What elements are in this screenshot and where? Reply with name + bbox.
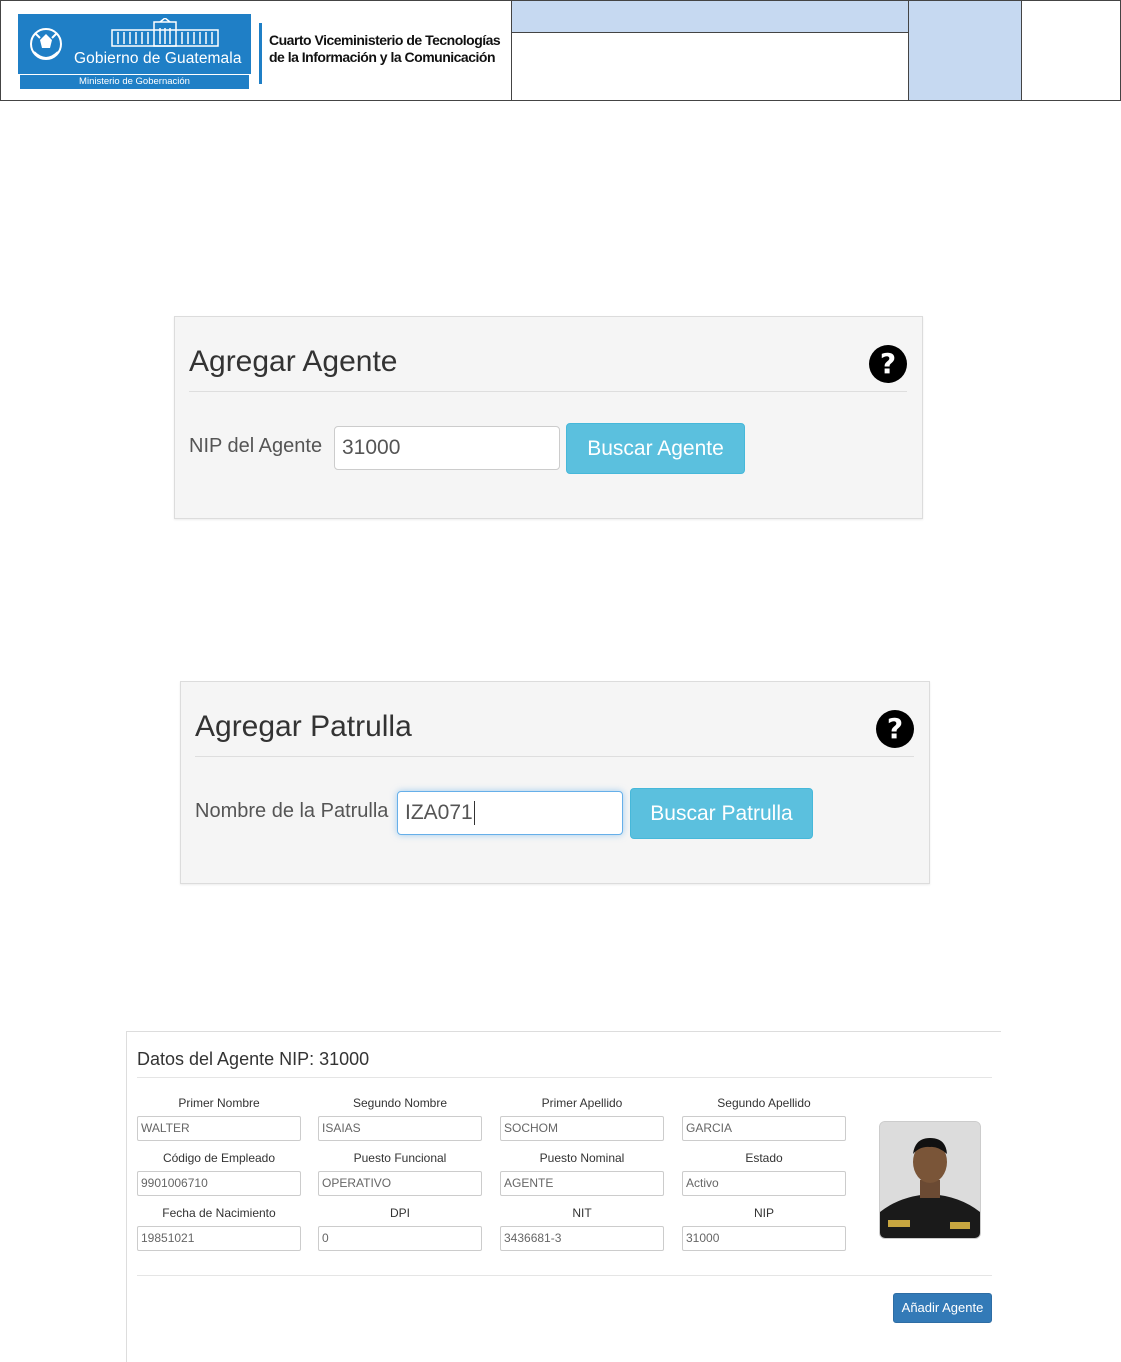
field-value[interactable]: 0 — [318, 1226, 482, 1251]
field-nip: NIP 31000 — [682, 1205, 846, 1251]
field-label: DPI — [389, 1206, 410, 1220]
field-value[interactable]: 31000 — [682, 1226, 846, 1251]
field-label: Primer Nombre — [178, 1096, 260, 1110]
org-name: Cuarto Viceministerio de Tecnologías de … — [269, 32, 501, 66]
search-agent-button[interactable]: Buscar Agente — [566, 423, 745, 474]
logo-name: Gobierno de Guatemala — [74, 50, 242, 67]
field-segundo-nombre: Segundo Nombre ISAIAS — [318, 1095, 482, 1141]
field-fecha-nacimiento: Fecha de Nacimiento 19851021 — [137, 1205, 301, 1251]
field-value[interactable]: SOCHOM — [500, 1116, 664, 1141]
field-label: Primer Apellido — [541, 1096, 623, 1110]
field-value[interactable]: 3436681-3 — [500, 1226, 664, 1251]
field-primer-apellido: Primer Apellido SOCHOM — [500, 1095, 664, 1141]
patrol-name-label: Nombre de la Patrulla — [195, 800, 389, 822]
patrol-name-input[interactable]: IZA071 — [397, 791, 623, 835]
header-cell-right — [1021, 0, 1121, 101]
logo-cell: Gobierno de Guatemala Ministerio de Gobe… — [0, 0, 512, 101]
field-label: Segundo Apellido — [717, 1096, 811, 1110]
document-header: Gobierno de Guatemala Ministerio de Gobe… — [0, 0, 1121, 101]
field-value[interactable]: Activo — [682, 1171, 846, 1196]
header-cell-top — [511, 0, 909, 33]
panel-divider — [137, 1077, 992, 1078]
panel-divider — [137, 1275, 992, 1276]
field-label: NIT — [572, 1206, 592, 1220]
panel-title: Agregar Patrulla — [195, 710, 412, 743]
field-label: Código de Empleado — [162, 1151, 276, 1165]
panel-title: Agregar Agente — [189, 345, 398, 378]
search-patrol-button[interactable]: Buscar Patrulla — [630, 788, 813, 839]
field-value[interactable]: 9901006710 — [137, 1171, 301, 1196]
add-agent-button[interactable]: Añadir Agente — [893, 1293, 992, 1323]
field-value[interactable]: OPERATIVO — [318, 1171, 482, 1196]
patrol-name-value: IZA071 — [405, 801, 473, 824]
field-value[interactable]: ISAIAS — [318, 1116, 482, 1141]
panel-divider — [195, 756, 914, 757]
agent-data-title: Datos del Agente NIP: 31000 — [137, 1049, 370, 1069]
agent-data-panel: Datos del Agente NIP: 31000 Primer Nombr… — [126, 1031, 1001, 1362]
field-puesto-nominal: Puesto Nominal AGENTE — [500, 1150, 664, 1196]
field-value[interactable]: WALTER — [137, 1116, 301, 1141]
text-caret — [473, 801, 475, 826]
help-icon[interactable]: ? — [869, 345, 907, 383]
add-patrol-panel: Agregar Patrulla ? Nombre de la Patrulla… — [180, 681, 930, 884]
field-dpi: DPI 0 — [318, 1205, 482, 1251]
header-cell-right-blue — [908, 0, 1022, 101]
field-value[interactable]: AGENTE — [500, 1171, 664, 1196]
gobierno-logo: Gobierno de Guatemala Ministerio de Gobe… — [18, 14, 251, 90]
org-line-2: de la Información y la Comunicación — [269, 49, 496, 65]
coat-of-arms-icon — [30, 28, 62, 60]
palace-icon — [111, 18, 219, 47]
field-value[interactable]: 19851021 — [137, 1226, 301, 1251]
field-label: Estado — [745, 1151, 783, 1165]
field-codigo-empleado: Código de Empleado 9901006710 — [137, 1150, 301, 1196]
field-label: NIP — [753, 1206, 774, 1220]
org-line-1: Cuarto Viceministerio de Tecnologías — [269, 32, 501, 48]
logo-ministry: Ministerio de Gobernación — [20, 75, 249, 89]
field-label: Fecha de Nacimiento — [162, 1206, 276, 1220]
agent-photo — [879, 1121, 981, 1239]
field-label: Segundo Nombre — [352, 1096, 448, 1110]
field-estado: Estado Activo — [682, 1150, 846, 1196]
field-label: Puesto Funcional — [353, 1151, 447, 1165]
add-agent-panel: Agregar Agente ? NIP del Agente 31000 Bu… — [174, 316, 923, 519]
field-nit: NIT 3436681-3 — [500, 1205, 664, 1251]
nip-input[interactable]: 31000 — [334, 426, 560, 470]
nip-label: NIP del Agente — [189, 435, 323, 457]
help-icon[interactable]: ? — [876, 710, 914, 748]
field-value[interactable]: GARCIA — [682, 1116, 846, 1141]
field-primer-nombre: Primer Nombre WALTER — [137, 1095, 301, 1141]
logo-divider — [259, 23, 262, 84]
agent-portrait-icon — [880, 1122, 980, 1238]
field-puesto-funcional: Puesto Funcional OPERATIVO — [318, 1150, 482, 1196]
header-cell-bottom — [511, 32, 909, 101]
panel-divider — [189, 391, 907, 392]
field-segundo-apellido: Segundo Apellido GARCIA — [682, 1095, 846, 1141]
field-label: Puesto Nominal — [539, 1151, 625, 1165]
